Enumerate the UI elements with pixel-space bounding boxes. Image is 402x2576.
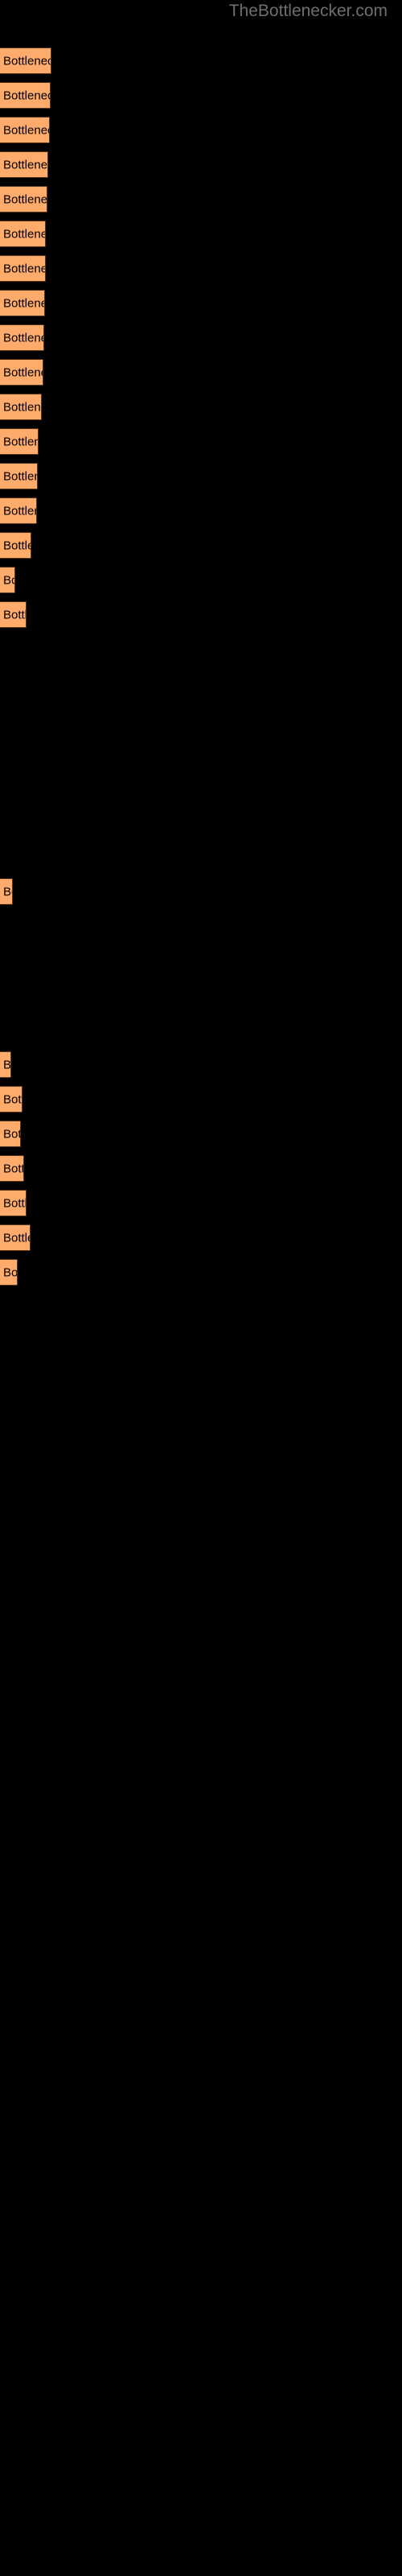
bar-label: Bottleneck result (3, 573, 14, 587)
bar-4[interactable]: Bottleneck result (0, 151, 48, 178)
bar-label: Bottleneck result (3, 331, 43, 345)
bar-15[interactable]: Bottleneck result (0, 532, 31, 559)
bar-label: Bottleneck result (3, 89, 50, 102)
bar-label: Bottleneck result (3, 158, 48, 171)
bar-label: Bottleneck result (3, 192, 47, 206)
bar-6[interactable]: Bottleneck result (0, 221, 46, 247)
bar-35[interactable]: Bottleneck result (0, 1224, 31, 1251)
bar-label: Bottleneck result (3, 1127, 20, 1141)
bar-label: Bottleneck result (3, 1058, 11, 1071)
bar-chart: TheBottlenecker.com Bottleneck resultBot… (0, 0, 402, 2576)
bar-label: Bottleneck result (3, 400, 41, 414)
bar-2[interactable]: Bottleneck result (0, 82, 51, 109)
bar-10[interactable]: Bottleneck result (0, 359, 43, 386)
bar-17[interactable]: Bottleneck result (0, 601, 27, 628)
bar-label: Bottleneck result (3, 539, 31, 552)
bar-label: Bottleneck result (3, 885, 12, 898)
bar-9[interactable]: Bottleneck result (0, 324, 44, 351)
bar-32[interactable]: Bottleneck result (0, 1121, 21, 1147)
bar-13[interactable]: Bottleneck result (0, 463, 38, 489)
bar-label: Bottleneck result (3, 227, 45, 241)
bar-label: Bottleneck result (3, 365, 43, 379)
bar-33[interactable]: Bottleneck result (0, 1155, 24, 1182)
bar-label: Bottleneck result (3, 435, 38, 448)
bar-label: Bottleneck result (3, 1231, 30, 1245)
bar-30[interactable]: Bottleneck result (0, 1051, 11, 1078)
bar-25[interactable]: Bottleneck result (0, 878, 13, 905)
bars-layer: Bottleneck result Bottleneck result Bottle… (0, 0, 402, 2576)
bar-1[interactable]: Bottleneck result (0, 47, 51, 74)
bar-8[interactable]: Bottleneck result (0, 290, 45, 316)
bar-11[interactable]: Bottleneck result (0, 394, 42, 420)
bar-label: Bottleneck result (3, 608, 27, 621)
bar-36[interactable]: Bottleneck result (0, 1259, 18, 1286)
bar-label: Bottleneck result (3, 469, 37, 483)
bar-3[interactable]: Bottleneck result (0, 117, 50, 143)
bar-31[interactable]: Bottleneck result (0, 1086, 23, 1113)
bar-label: Bottleneck result (3, 504, 36, 518)
bar-7[interactable]: Bottleneck result (0, 255, 46, 282)
bar-label: Bottleneck result (3, 296, 44, 310)
bar-16[interactable]: Bottleneck result (0, 567, 15, 593)
bar-label: Bottleneck result (3, 262, 45, 275)
bar-14[interactable]: Bottleneck result (0, 497, 37, 524)
bar-5[interactable]: Bottleneck result (0, 186, 47, 213)
bar-label: Bottleneck result (3, 1196, 27, 1210)
bar-12[interactable]: Bottleneck result (0, 428, 39, 455)
bar-label: Bottleneck result (3, 1162, 23, 1175)
bar-label: Bottleneck result (3, 123, 49, 137)
bar-34[interactable]: Bottleneck result (0, 1190, 27, 1216)
bar-label: Bottleneck result (3, 54, 51, 68)
bar-label: Bottleneck result (3, 1092, 22, 1106)
bar-label: Bottleneck result (3, 1265, 18, 1279)
